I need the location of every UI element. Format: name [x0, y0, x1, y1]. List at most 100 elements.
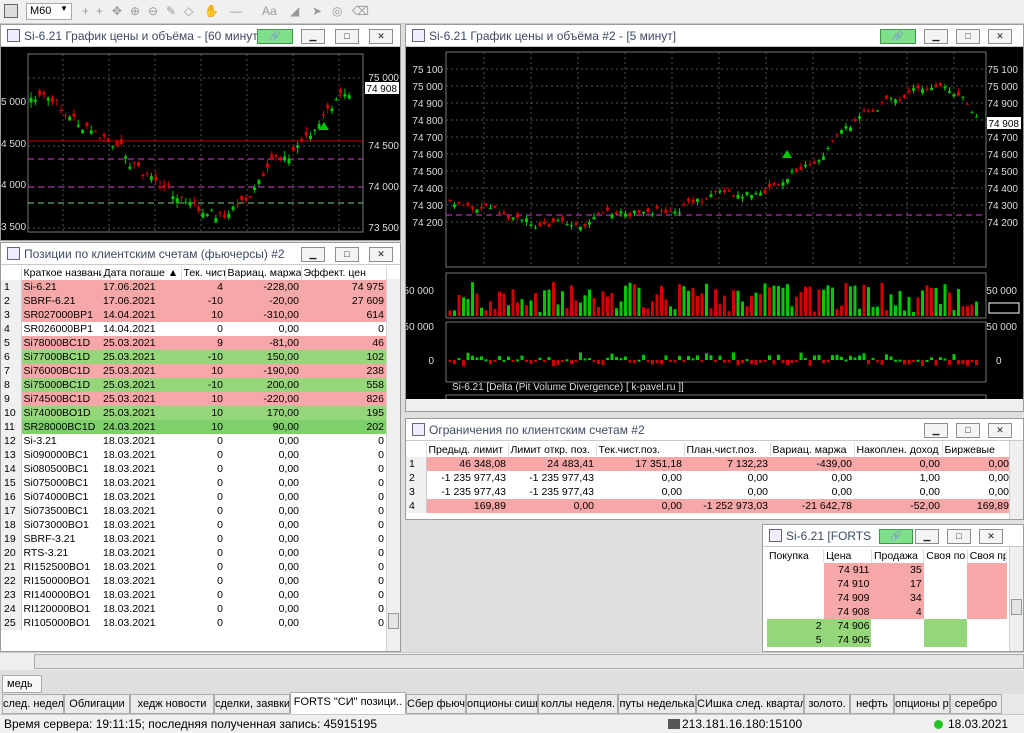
column-header[interactable]: Предыд. лимит	[426, 443, 509, 457]
table-row[interactable]: 13 Si090000BC1 18.03.2021 0 0,00 0	[1, 448, 386, 462]
column-header[interactable]	[1, 266, 22, 280]
table-row[interactable]: 21 RI152500BO1 18.03.2021 0 0,00 0	[1, 560, 386, 574]
table-row[interactable]: 17 Si073500BC1 18.03.2021 0 0,00 0	[1, 504, 386, 518]
table-row[interactable]: 24 RI120000BO1 18.03.2021 0 0,00 0	[1, 602, 386, 616]
table-row[interactable]: 23 RI140000BO1 18.03.2021 0 0,00 0	[1, 588, 386, 602]
tab-6[interactable]: Сбер фьюч	[406, 694, 466, 714]
column-header[interactable]: Дата погаше ▲	[101, 266, 182, 280]
close-button[interactable]: ✕	[988, 423, 1012, 438]
column-header[interactable]: Лимит откр. поз.	[508, 443, 597, 457]
orderbook-row[interactable]: 74 911 35	[767, 563, 1007, 577]
minimize-button[interactable]: ▁	[915, 529, 939, 544]
link-button[interactable]: 🔗	[257, 29, 293, 44]
shape-icon[interactable]: ◢	[290, 4, 299, 18]
cross-icon[interactable]: +	[96, 4, 103, 18]
zoom-in-icon[interactable]: ⊕	[130, 4, 140, 18]
link-button[interactable]: 🔗	[879, 529, 913, 544]
table-row[interactable]: 3 SR027000BP1 14.04.2021 10 -310,00 614	[1, 308, 386, 322]
line-icon[interactable]: —	[230, 4, 242, 18]
zoom-out-icon[interactable]: ⊖	[148, 4, 158, 18]
tab-12[interactable]: нефть	[850, 694, 894, 714]
maximize-button[interactable]: □	[947, 529, 971, 544]
delete-icon[interactable]: ⌫	[352, 4, 369, 18]
positions-vscroll[interactable]	[386, 279, 400, 651]
tab-11[interactable]: золото.	[804, 694, 850, 714]
tab-13[interactable]: опционы ртс	[894, 694, 950, 714]
maximize-button[interactable]: □	[956, 423, 980, 438]
column-header[interactable]: Вариац. маржа	[770, 443, 855, 457]
table-row[interactable]: 1 Si-6.21 17.06.2021 4 -228,00 74 975	[1, 280, 386, 294]
column-header[interactable]: Эффект. цен	[301, 266, 387, 280]
table-row[interactable]: 5 Si78000BC1D 25.03.2021 9 -81,00 46	[1, 336, 386, 350]
pencil-icon[interactable]: ✎	[166, 4, 176, 18]
chevron-down-icon[interactable]: ▼	[60, 4, 68, 13]
table-row[interactable]: 1 46 348,08 24 483,41 17 351,18 7 132,23 -439…	[406, 457, 1011, 471]
tab-1[interactable]: след. неделя	[2, 694, 64, 714]
table-row[interactable]: 9 Si74500BC1D 25.03.2021 10 -220,00 826	[1, 392, 386, 406]
table-row[interactable]: 20 RTS-3.21 18.03.2021 0 0,00 0	[1, 546, 386, 560]
table-row[interactable]: 22 RI150000BO1 18.03.2021 0 0,00 0	[1, 574, 386, 588]
table-row[interactable]: 2 SBRF-6.21 17.06.2021 -10 -20,00 27 609	[1, 294, 386, 308]
table-row[interactable]: 16 Si074000BC1 18.03.2021 0 0,00 0	[1, 490, 386, 504]
orderbook-row[interactable]: 2 74 906	[767, 619, 1007, 633]
tab-9[interactable]: путы неделька	[618, 694, 696, 714]
maximize-button[interactable]: □	[956, 29, 980, 44]
maximize-button[interactable]: □	[335, 29, 359, 44]
minimize-button[interactable]: ▁	[924, 29, 948, 44]
close-button[interactable]: ✕	[369, 247, 393, 262]
minimize-button[interactable]: ▁	[301, 247, 325, 262]
scroll-thumb[interactable]	[388, 613, 399, 629]
text-icon[interactable]: Aa	[262, 4, 277, 18]
tab-5[interactable]: FORTS "СИ" позици..	[290, 692, 406, 714]
orderbook-row[interactable]: 74 908 4	[767, 605, 1007, 619]
maximize-button[interactable]: □	[335, 247, 359, 262]
eye-icon[interactable]: ◎	[332, 4, 342, 18]
limits-vscroll[interactable]	[1009, 441, 1023, 519]
table-row[interactable]: 18 Si073000BO1 18.03.2021 0 0,00 0	[1, 518, 386, 532]
tab-8[interactable]: коллы неделя.	[538, 694, 618, 714]
column-header[interactable]: Краткое названи	[21, 266, 102, 280]
tab-10[interactable]: СИшка след. квартал	[696, 694, 804, 714]
orderbook-row[interactable]: 74 910 17	[767, 577, 1007, 591]
hand-icon[interactable]: ✋	[204, 4, 219, 18]
orderbook-row[interactable]: 5 74 905	[767, 633, 1007, 647]
minimize-button[interactable]: ▁	[924, 423, 948, 438]
tab-2[interactable]: Облигации	[64, 694, 130, 714]
table-row[interactable]: 10 Si74000BO1D 25.03.2021 10 170,00 195	[1, 406, 386, 420]
scroll-thumb[interactable]	[34, 654, 1024, 669]
table-row[interactable]: 15 Si075000BC1 18.03.2021 0 0,00 0	[1, 476, 386, 490]
link-button[interactable]: 🔗	[880, 29, 916, 44]
column-header[interactable]: Вариац. маржа	[225, 266, 302, 280]
tab-7[interactable]: опционы сишка	[466, 694, 538, 714]
table-row[interactable]: 12 Si-3.21 18.03.2021 0 0,00 0	[1, 434, 386, 448]
table-row[interactable]: 14 Si080500BC1 18.03.2021 0 0,00 0	[1, 462, 386, 476]
scroll-thumb[interactable]	[1011, 599, 1022, 615]
table-row[interactable]: 4 169,89 0,00 0,00 -1 252 973,03 -21 642,78 -5…	[406, 499, 1011, 513]
table-row[interactable]: 7 Si76000BC1D 25.03.2021 10 -190,00 238	[1, 364, 386, 378]
close-button[interactable]: ✕	[979, 529, 1003, 544]
table-row[interactable]: 25 RI105000BO1 18.03.2021 0 0,00 0	[1, 616, 386, 630]
table-row[interactable]: 3 -1 235 977,43 -1 235 977,43 0,00 0,00 0,00 0…	[406, 485, 1011, 499]
column-header[interactable]: Тек. чист	[181, 266, 226, 280]
chart-60-canvas[interactable]: 75 000 74 500 74 000 73 500 5 000 4 500 …	[1, 48, 401, 241]
ruler-icon[interactable]: ◇	[184, 4, 193, 18]
close-button[interactable]: ✕	[988, 29, 1012, 44]
tab-4[interactable]: сделки, заявки	[214, 694, 290, 714]
column-header[interactable]: Накоплен. доход	[854, 443, 943, 457]
orderbook-vscroll[interactable]	[1009, 547, 1023, 651]
move-icon[interactable]: ✥	[112, 4, 122, 18]
minimize-button[interactable]: ▁	[301, 29, 325, 44]
table-row[interactable]: 2 -1 235 977,43 -1 235 977,43 0,00 0,00 0,00 1…	[406, 471, 1011, 485]
tab-14[interactable]: серебро	[950, 694, 1002, 714]
chart-5-canvas[interactable]: 75 100 75 100 75 000 75 000 74 900 74 900 74 8…	[406, 48, 1024, 412]
orderbook-row[interactable]: 74 909 34	[767, 591, 1007, 605]
column-header[interactable]: Тек.чист.поз.	[596, 443, 685, 457]
chart-hscroll[interactable]	[406, 399, 1023, 411]
column-header[interactable]: Биржевые	[942, 443, 1012, 457]
workspace-hscroll[interactable]	[0, 652, 1024, 670]
table-row[interactable]: 4 SR026000BP1 14.04.2021 0 0,00 0	[1, 322, 386, 336]
table-row[interactable]: 6 Si77000BC1D 25.03.2021 -10 150,00 102	[1, 350, 386, 364]
column-header[interactable]: План.чист.поз.	[684, 443, 771, 457]
column-header[interactable]	[406, 443, 427, 457]
table-row[interactable]: 19 SBRF-3.21 18.03.2021 0 0,00 0	[1, 532, 386, 546]
